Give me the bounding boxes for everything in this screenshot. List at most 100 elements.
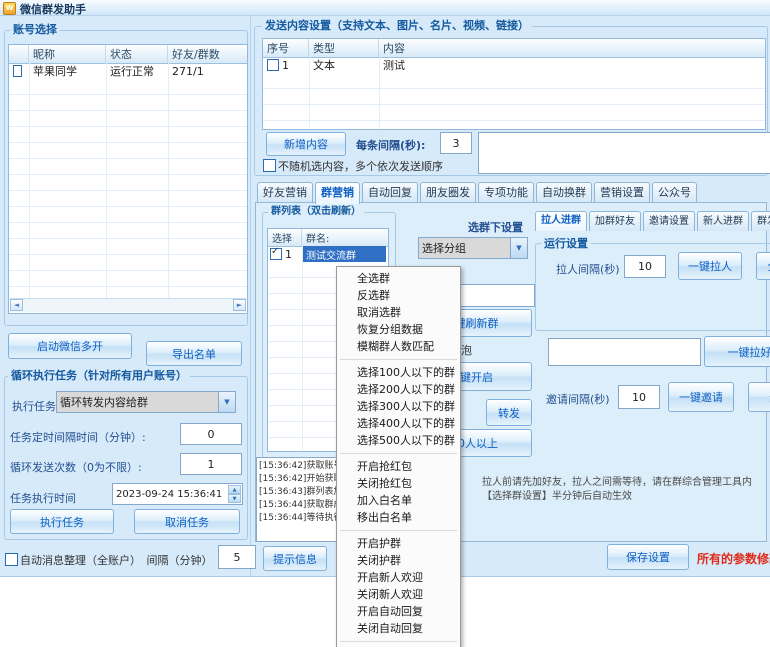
group-col-select: 选择 (268, 229, 302, 246)
batch-invite-button[interactable]: 分批邀请 (748, 382, 770, 412)
invite-tabbar: 拉人进群 加群好友 邀请设置 新人进群 群发 (535, 211, 770, 231)
menu-item-remove-whitelist[interactable]: 移出白名单 (337, 509, 460, 526)
scroll-left-icon[interactable]: ◄ (10, 299, 23, 311)
add-content-button[interactable]: 新增内容 (266, 132, 346, 156)
group-col-name: 群名: (302, 229, 388, 246)
menu-item-enable-group-guard[interactable]: 开启护群 (337, 535, 460, 552)
account-row[interactable]: 苹果同学 运行正常 271/1 (9, 63, 245, 80)
task-interval-input[interactable]: 0 (180, 423, 242, 445)
autoclean-checkbox[interactable] (5, 553, 18, 566)
chevron-down-icon[interactable]: ▼ (218, 392, 235, 412)
menu-item-select-under-100[interactable]: 选择100人以下的群 (337, 364, 460, 381)
menu-item-invert-selection[interactable]: 反选群 (337, 287, 460, 304)
start-multi-wechat-button[interactable]: 启动微信多开 (8, 333, 132, 359)
content-col-content: 内容 (379, 39, 765, 57)
exec-task-combobox[interactable]: 循环转发内容给群 ▼ (56, 391, 236, 413)
invite-interval-input[interactable]: 10 (618, 385, 660, 409)
accounts-col-check (9, 45, 29, 63)
invite-interval-label: 邀请间隔(秒) (546, 391, 610, 407)
menu-item-select-all[interactable]: 全选群 (337, 270, 460, 287)
log-line: [15:36:43]群列表加载完成 (259, 486, 335, 499)
task-time-value: 2023-09-24 15:36:41 (116, 489, 222, 500)
menu-item-select-under-300[interactable]: 选择300人以下的群 (337, 398, 460, 415)
order-checkbox-label: 不随机选内容，多个依次发送顺序 (278, 158, 443, 174)
tab-official-account[interactable]: 公众号 (652, 182, 697, 202)
menu-item-enable-redpacket[interactable]: 开启抢红包 (337, 458, 460, 475)
group-filter-combobox[interactable]: 选择分组 ▼ (418, 237, 528, 259)
menu-item-fuzzy-member-match[interactable]: 模糊群人数匹配 (337, 338, 460, 355)
menu-item-disable-group-guard[interactable]: 关闭护群 (337, 552, 460, 569)
save-hint-text: 所有的参数修改需要保存后生效 (697, 550, 770, 567)
group-row[interactable]: 1 测试交流群 (268, 246, 386, 263)
save-settings-button[interactable]: 保存设置 (607, 544, 689, 570)
menu-item-enable-auto-reply[interactable]: 开启自动回复 (337, 603, 460, 620)
account-row-checkbox[interactable] (13, 65, 22, 77)
task-loop-label: 循环发送次数（0为不限）: (10, 459, 142, 475)
menu-item-enable-welcome[interactable]: 开启新人欢迎 (337, 569, 460, 586)
content-interval-label: 每条间隔(秒): (356, 137, 425, 153)
spin-down-icon[interactable]: ▼ (228, 494, 241, 503)
content-row-no: 1 (282, 59, 289, 72)
group-row-no: 1 (285, 248, 292, 261)
menu-item-deselect[interactable]: 取消选群 (337, 304, 460, 321)
one-key-pull-button[interactable]: 一键拉人 (678, 252, 742, 280)
app-icon: W (3, 2, 16, 15)
one-key-invite-button[interactable]: 一键邀请 (668, 382, 734, 412)
menu-item-select-under-500[interactable]: 选择500人以下的群 (337, 432, 460, 449)
menu-item-disable-welcome[interactable]: 关闭新人欢迎 (337, 586, 460, 603)
forward-button[interactable]: 转发 (486, 399, 532, 426)
chevron-down-icon[interactable]: ▼ (510, 238, 527, 258)
task-loop-input[interactable]: 1 (180, 453, 242, 475)
account-counts: 271/1 (168, 63, 244, 79)
group-list-title: 群列表（双击刷新） (268, 206, 364, 218)
tab-marketing-settings[interactable]: 营销设置 (594, 182, 650, 202)
tab-auto-reply[interactable]: 自动回复 (362, 182, 418, 202)
scroll-right-icon[interactable]: ► (233, 299, 246, 311)
tab-auto-switch-group[interactable]: 自动换群 (536, 182, 592, 202)
order-checkbox[interactable] (263, 159, 276, 172)
menu-item-disable-redpacket[interactable]: 关闭抢红包 (337, 475, 460, 492)
menu-separator (340, 530, 457, 531)
export-list-button[interactable]: 导出名单 (146, 341, 242, 366)
content-table: 序号 类型 内容 1 文本 测试 (262, 38, 766, 130)
info-button[interactable]: 提示信息 (263, 546, 327, 571)
tab-special-functions[interactable]: 专项功能 (478, 182, 534, 202)
task-time-spinner[interactable]: ▲ ▼ (228, 485, 241, 503)
pull-friend-button[interactable]: 一键拉好友 (704, 336, 770, 367)
cancel-task-button[interactable]: 取消任务 (134, 509, 240, 534)
friend-name-input[interactable] (548, 338, 701, 366)
pull-interval-input[interactable]: 10 (624, 255, 666, 278)
spin-up-icon[interactable]: ▲ (228, 485, 241, 494)
title-bar[interactable]: W 微信群发助手 (0, 0, 770, 16)
accounts-hscrollbar[interactable]: ◄ ► (10, 298, 246, 312)
content-row-checkbox[interactable] (267, 59, 279, 71)
menu-item-restore-group-data[interactable]: 恢复分组数据 (337, 321, 460, 338)
accounts-col-counts: 好友/群数 (168, 45, 244, 63)
menu-item-disable-auto-reply[interactable]: 关闭自动回复 (337, 620, 460, 637)
subtab-add-group-friends[interactable]: 加群好友 (589, 211, 641, 231)
autoclean-interval-input[interactable]: 5 (218, 545, 256, 569)
panel-divider (250, 16, 251, 576)
tab-group-marketing[interactable]: 群营销 (315, 182, 360, 204)
menu-item-select-under-400[interactable]: 选择400人以下的群 (337, 415, 460, 432)
content-row[interactable]: 1 文本 测试 (263, 57, 763, 74)
content-interval-input[interactable]: 3 (440, 132, 472, 154)
subtab-group-send[interactable]: 群发 (751, 211, 770, 231)
menu-item-add-whitelist[interactable]: 加入白名单 (337, 492, 460, 509)
task-time-input[interactable]: 2023-09-24 15:36:41 ▲ ▼ (112, 483, 243, 505)
run-task-button[interactable]: 执行任务 (10, 509, 114, 534)
menu-separator (340, 453, 457, 454)
group-row-checkbox[interactable] (270, 248, 282, 260)
task-time-label: 任务执行时间 (10, 490, 76, 506)
subtab-newcomer[interactable]: 新人进群 (697, 211, 749, 231)
autoclean-label: 自动消息整理（全账户） 间隔（分钟） (20, 552, 213, 568)
menu-item-select-under-200[interactable]: 选择200人以下的群 (337, 381, 460, 398)
tab-moments[interactable]: 朋友圈发 (420, 182, 476, 202)
auto-pull-button[interactable]: 全自动拉人 (756, 252, 770, 280)
content-col-no: 序号 (263, 39, 309, 57)
content-row-content: 测试 (379, 57, 763, 73)
accounts-col-status: 状态 (106, 45, 168, 63)
subtab-invite-settings[interactable]: 邀请设置 (643, 211, 695, 231)
subtab-pull-into-group[interactable]: 拉人进群 (535, 211, 587, 231)
tab-friend-marketing[interactable]: 好友营销 (257, 182, 313, 202)
